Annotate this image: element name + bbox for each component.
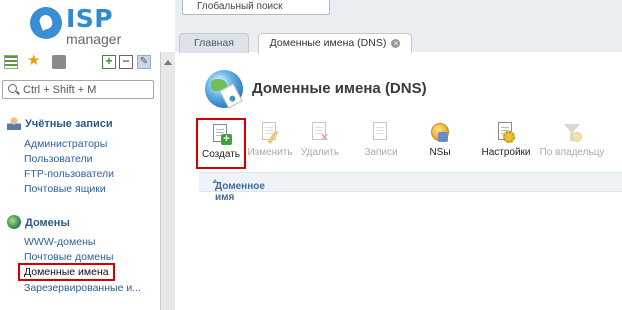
edit-button[interactable]: Изменить	[247, 118, 293, 162]
delete-document-icon: ×	[309, 122, 331, 144]
dns-globe-icon	[205, 70, 243, 109]
search-icon	[8, 84, 17, 93]
section-domains[interactable]: Домены	[7, 215, 70, 229]
delete-button-label: Удалить	[300, 147, 340, 158]
star-icon[interactable]: ★	[27, 53, 41, 68]
close-icon[interactable]: ×	[391, 39, 401, 48]
nav-item-ftp-users[interactable]: FTP-пользователи	[24, 168, 114, 180]
left-toolbar: ★ + − ✎	[0, 52, 160, 74]
table-header: Доменное имя	[199, 172, 622, 203]
left-panel: ISP manager ★ + − ✎ Учётные записи Админ…	[0, 0, 160, 310]
tab-domain-names-label: Доменные имена (DNS)	[269, 37, 387, 49]
records-button[interactable]: Записи	[358, 118, 404, 162]
settings-button[interactable]: Настройки	[478, 118, 534, 162]
logo: ISP manager	[30, 4, 130, 47]
nav-item-www-domains[interactable]: WWW-домены	[24, 236, 95, 248]
settings-gear-icon	[495, 122, 517, 144]
edit-document-icon	[259, 122, 281, 144]
ns-globe-icon	[429, 122, 451, 144]
create-button-label: Создать	[201, 149, 240, 160]
nav-item-mail-domains[interactable]: Почтовые домены	[24, 251, 113, 263]
ns-button-label: NSы	[429, 147, 451, 158]
section-domains-title: Домены	[25, 217, 70, 229]
filter-icon	[561, 122, 583, 144]
tab-home-label: Главная	[194, 37, 234, 49]
column-domain-name-label: Доменное имя	[215, 181, 265, 203]
logo-mark-icon	[30, 7, 62, 39]
tab-domain-names[interactable]: Доменные имена (DNS) ×	[258, 33, 412, 54]
ns-button[interactable]: NSы	[418, 118, 462, 162]
section-accounts-title: Учётные записи	[25, 118, 113, 130]
edit-button-label: Изменить	[247, 147, 293, 158]
user-icon	[7, 116, 21, 130]
nav-item-administrators[interactable]: Администраторы	[24, 138, 107, 150]
page-title: Доменные имена (DNS)	[252, 80, 427, 97]
panel-collapse-handle[interactable]	[161, 52, 175, 310]
global-search	[182, 0, 330, 15]
filter-by-owner-button[interactable]: По владельцу	[538, 118, 606, 162]
nav-item-mailboxes[interactable]: Почтовые ящики	[24, 183, 106, 195]
nav-item-users[interactable]: Пользователи	[24, 153, 93, 165]
app-window: ISP manager ★ + − ✎ Учётные записи Админ…	[0, 0, 622, 310]
filter-by-owner-label: По владельцу	[539, 147, 605, 158]
briefcase-icon[interactable]	[52, 55, 66, 69]
column-domain-name[interactable]: Доменное имя	[207, 177, 265, 203]
nav-item-reserved[interactable]: Зарезервированные и...	[24, 282, 141, 294]
add-document-icon: +	[210, 124, 232, 146]
delete-button[interactable]: × Удалить	[297, 118, 343, 162]
collapse-all-icon[interactable]: −	[119, 55, 133, 69]
globe-icon	[7, 215, 21, 229]
settings-button-label: Настройки	[481, 147, 531, 158]
section-accounts[interactable]: Учётные записи	[7, 116, 113, 130]
records-list-icon	[370, 122, 392, 144]
pin-icon[interactable]: ✎	[137, 55, 151, 69]
expand-all-icon[interactable]: +	[102, 55, 116, 69]
nav-item-domain-names[interactable]: Доменные имена	[18, 263, 115, 281]
menu-search-input[interactable]	[23, 82, 151, 97]
tab-home[interactable]: Главная	[179, 33, 249, 53]
logo-brand: ISP	[66, 4, 114, 33]
global-search-input[interactable]	[183, 0, 329, 14]
create-button[interactable]: + Создать	[196, 118, 246, 169]
records-button-label: Записи	[364, 147, 398, 158]
tree-view-icon[interactable]	[4, 55, 18, 69]
menu-search	[2, 80, 154, 99]
logo-product: manager	[66, 31, 122, 47]
